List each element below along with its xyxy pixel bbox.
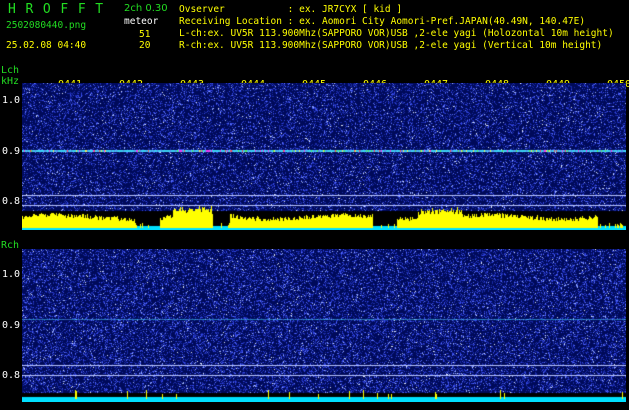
lch-y-label-2: 0.9 (2, 146, 21, 157)
mode-label: 2ch 0.30 (124, 3, 168, 14)
rch-y-label-2: 0.9 (2, 320, 21, 331)
filename-label: 2502080440.png (6, 20, 87, 31)
lch-unit-label: kHz (1, 76, 20, 87)
lch-y-label-1: 1.0 (2, 95, 21, 106)
meteor-count-lch: 51 (139, 29, 151, 40)
lch-channel-label: Lch (1, 65, 20, 76)
lch-config-line: L-ch:ex. UV5R 113.900Mhz(SAPPORO VOR)USB… (179, 28, 614, 39)
app-title: H R O F F T (8, 2, 104, 17)
rch-y-label-1: 1.0 (2, 269, 21, 280)
rch-config-line: R-ch:ex. UV5R 113.900Mhz(SAPPORO VOR)USB… (179, 40, 603, 51)
rch-channel-label: Rch (1, 240, 20, 251)
meteor-count-rch: 20 (139, 40, 151, 51)
observer-line: Ovserver : ex. JR7CYX [ kid ] (179, 4, 403, 15)
meteor-label: meteor (124, 16, 159, 27)
location-line: Receiving Location : ex. Aomori City Aom… (179, 16, 586, 27)
lch-y-label-3: 0.8 (2, 196, 21, 207)
rch-spectrogram (22, 249, 626, 402)
datetime-label: 25.02.08 04:40 (6, 40, 87, 51)
rch-y-label-3: 0.8 (2, 370, 21, 381)
lch-spectrogram (22, 83, 626, 230)
